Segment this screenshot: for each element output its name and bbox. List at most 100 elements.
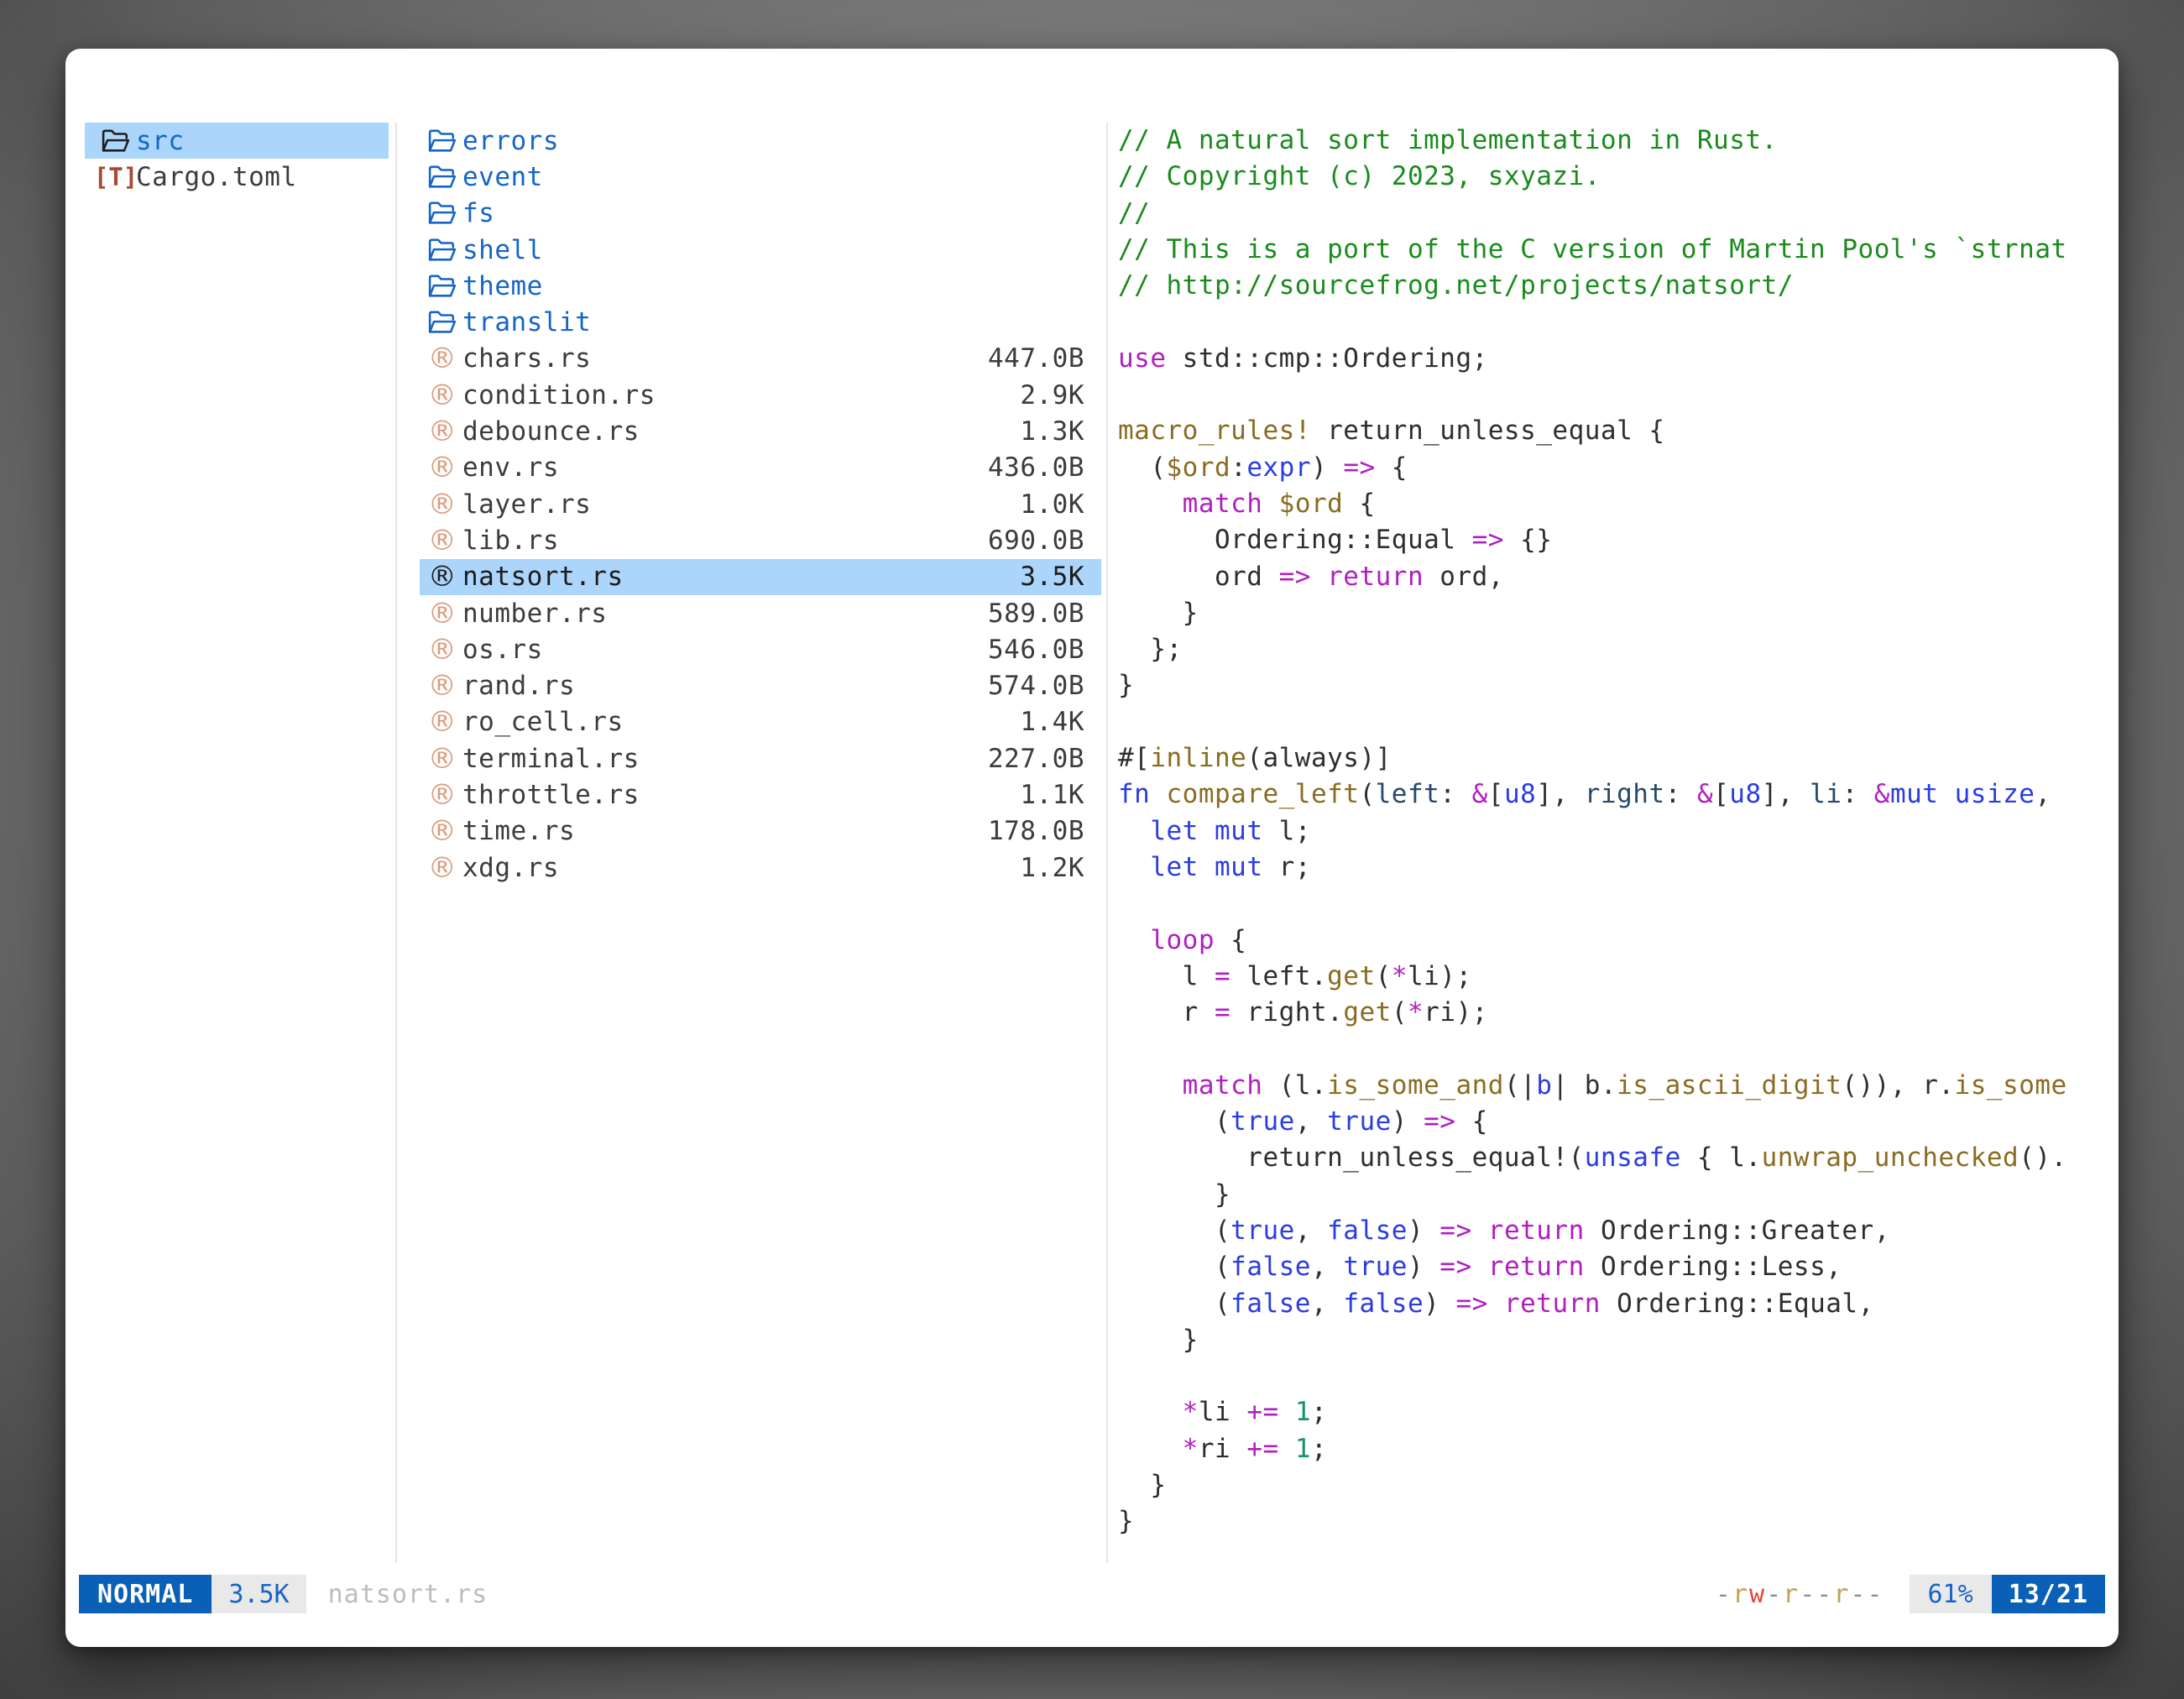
code-line: } [1118,1467,2108,1503]
file-row-layer.rs[interactable]: ®layer.rs1.0K [420,486,1101,522]
file-row-condition.rs[interactable]: ®condition.rs2.9K [420,377,1101,413]
code-line: let mut r; [1118,850,2108,886]
file-size: 546.0B [988,635,1084,665]
file-name: env.rs [462,452,559,483]
file-size: 1.0K [1020,489,1084,520]
code-line: (true, true) => { [1118,1104,2108,1140]
parent-panel: src[T]Cargo.toml [85,123,389,196]
dir-row-translit[interactable]: translit [420,304,1101,340]
cursor-position: 13/21 [1992,1575,2105,1613]
file-size: 447.0B [988,343,1084,374]
file-size: 589.0B [988,599,1084,629]
file-name: Cargo.toml [136,162,297,192]
file-row-natsort.rs[interactable]: ®natsort.rs3.5K [420,559,1101,595]
code-line: match (l.is_some_and(|b| b.is_ascii_digi… [1118,1068,2108,1104]
file-row-xdg.rs[interactable]: ®xdg.rs 1.2K [420,850,1101,886]
code-line: *ri += 1; [1118,1431,2108,1467]
scroll-percent: 61% [1910,1575,1992,1613]
code-line: (false, true) => return Ordering::Less, [1118,1249,2108,1285]
code-line: l = left.get(*li); [1118,959,2108,995]
folder-open-icon [426,128,458,154]
code-line: return_unless_equal!(unsafe { l.unwrap_u… [1118,1140,2108,1176]
rust-file-icon: ® [426,851,458,885]
file-name: ro_cell.rs [462,707,624,737]
file-name: chars.rs [462,343,591,374]
folder-open-icon [426,310,458,335]
code-line [1118,704,2108,740]
file-size: 690.0B [988,525,1084,556]
dir-row-fs[interactable]: fs [420,196,1101,232]
code-line: ord => return ord, [1118,559,2108,595]
dir-row-theme[interactable]: theme [420,268,1101,304]
file-name: natsort.rs [462,562,624,592]
file-size: 1.3K [1020,416,1084,447]
code-line: // A natural sort implementation in Rust… [1118,123,2108,159]
file-row-lib.rs[interactable]: ®lib.rs690.0B [420,522,1101,558]
file-size: 3.5K [1020,562,1084,592]
code-line: *li += 1; [1118,1394,2108,1430]
code-line: r = right.get(*ri); [1118,995,2108,1031]
code-line: } [1118,1322,2108,1358]
file-row-env.rs[interactable]: ®env.rs 436.0B [420,450,1101,486]
file-row-ro_cell.rs[interactable]: ®ro_cell.rs1.4K [420,704,1101,740]
file-name: os.rs [462,635,543,665]
code-line: } [1118,1177,2108,1213]
rust-file-icon: ® [426,524,458,557]
code-line: // [1118,196,2108,232]
dir-row-src[interactable]: src [85,123,389,159]
rust-file-icon: ® [426,379,458,412]
code-line: (true, false) => return Ordering::Greate… [1118,1213,2108,1249]
file-name: src [136,126,185,156]
rust-file-icon: ® [426,705,458,739]
code-line: use std::cmp::Ordering; [1118,341,2108,377]
file-size: 1.1K [1020,780,1084,810]
code-line: // http://sourcefrog.net/projects/natsor… [1118,268,2108,304]
file-row-throttle.rs[interactable]: ®throttle.rs1.1K [420,776,1101,813]
status-bar-right: -rw-r--r-- 61% 13/21 [1716,1575,2105,1613]
code-line: Ordering::Equal => {} [1118,522,2108,558]
code-line: macro_rules! return_unless_equal { [1118,413,2108,449]
code-line [1118,304,2108,340]
file-size-indicator: 3.5K [212,1575,306,1613]
file-name: condition.rs [462,380,656,410]
code-line: (false, false) => return Ordering::Equal… [1118,1286,2108,1322]
dir-row-event[interactable]: event [420,159,1101,195]
folder-open-icon [426,201,458,226]
file-name: debounce.rs [462,416,640,447]
file-name: throttle.rs [462,780,640,810]
code-line [1118,886,2108,922]
folder-open-icon [426,238,458,263]
file-row-chars.rs[interactable]: ®chars.rs 447.0B [420,341,1101,377]
file-row-rand.rs[interactable]: ®rand.rs574.0B [420,667,1101,703]
folder-open-icon [426,274,458,299]
file-row-os.rs[interactable]: ®os.rs 546.0B [420,631,1101,667]
current-panel: errorseventfsshellthemetranslit®chars.rs… [420,123,1101,886]
code-line: #[inline(always)] [1118,740,2108,776]
file-name: xdg.rs [462,853,559,883]
rust-file-icon: ® [426,633,458,667]
dir-row-errors[interactable]: errors [420,123,1101,159]
file-size: 178.0B [988,816,1084,846]
code-line: loop { [1118,923,2108,959]
code-line: match $ord { [1118,486,2108,522]
dir-row-shell[interactable]: shell [420,232,1101,268]
code-line: // Copyright (c) 2023, sxyazi. [1118,159,2108,195]
rust-file-icon: ® [426,342,458,375]
file-row-time.rs[interactable]: ®time.rs178.0B [420,813,1101,850]
file-row-number.rs[interactable]: ®number.rs589.0B [420,595,1101,631]
status-bar-left: NORMAL 3.5K natsort.rs [79,1575,488,1613]
file-size: 436.0B [988,452,1084,483]
file-size: 1.2K [1020,853,1084,883]
file-size: 574.0B [988,671,1084,701]
file-row-debounce.rs[interactable]: ®debounce.rs1.3K [420,413,1101,449]
yazi-file-manager-window: src[T]Cargo.toml errorsevent fsshelltheme… [65,49,2119,1647]
panel-divider [395,123,397,1563]
rust-file-icon: ® [426,597,458,630]
file-name: event [462,162,543,192]
code-line [1118,377,2108,413]
file-row-terminal.rs[interactable]: ®terminal.rs227.0B [420,740,1101,776]
rust-file-icon: ® [426,451,458,484]
file-name: shell [462,235,543,265]
file-row-Cargo.toml[interactable]: [T]Cargo.toml [85,159,389,195]
folder-open-icon [100,128,132,154]
